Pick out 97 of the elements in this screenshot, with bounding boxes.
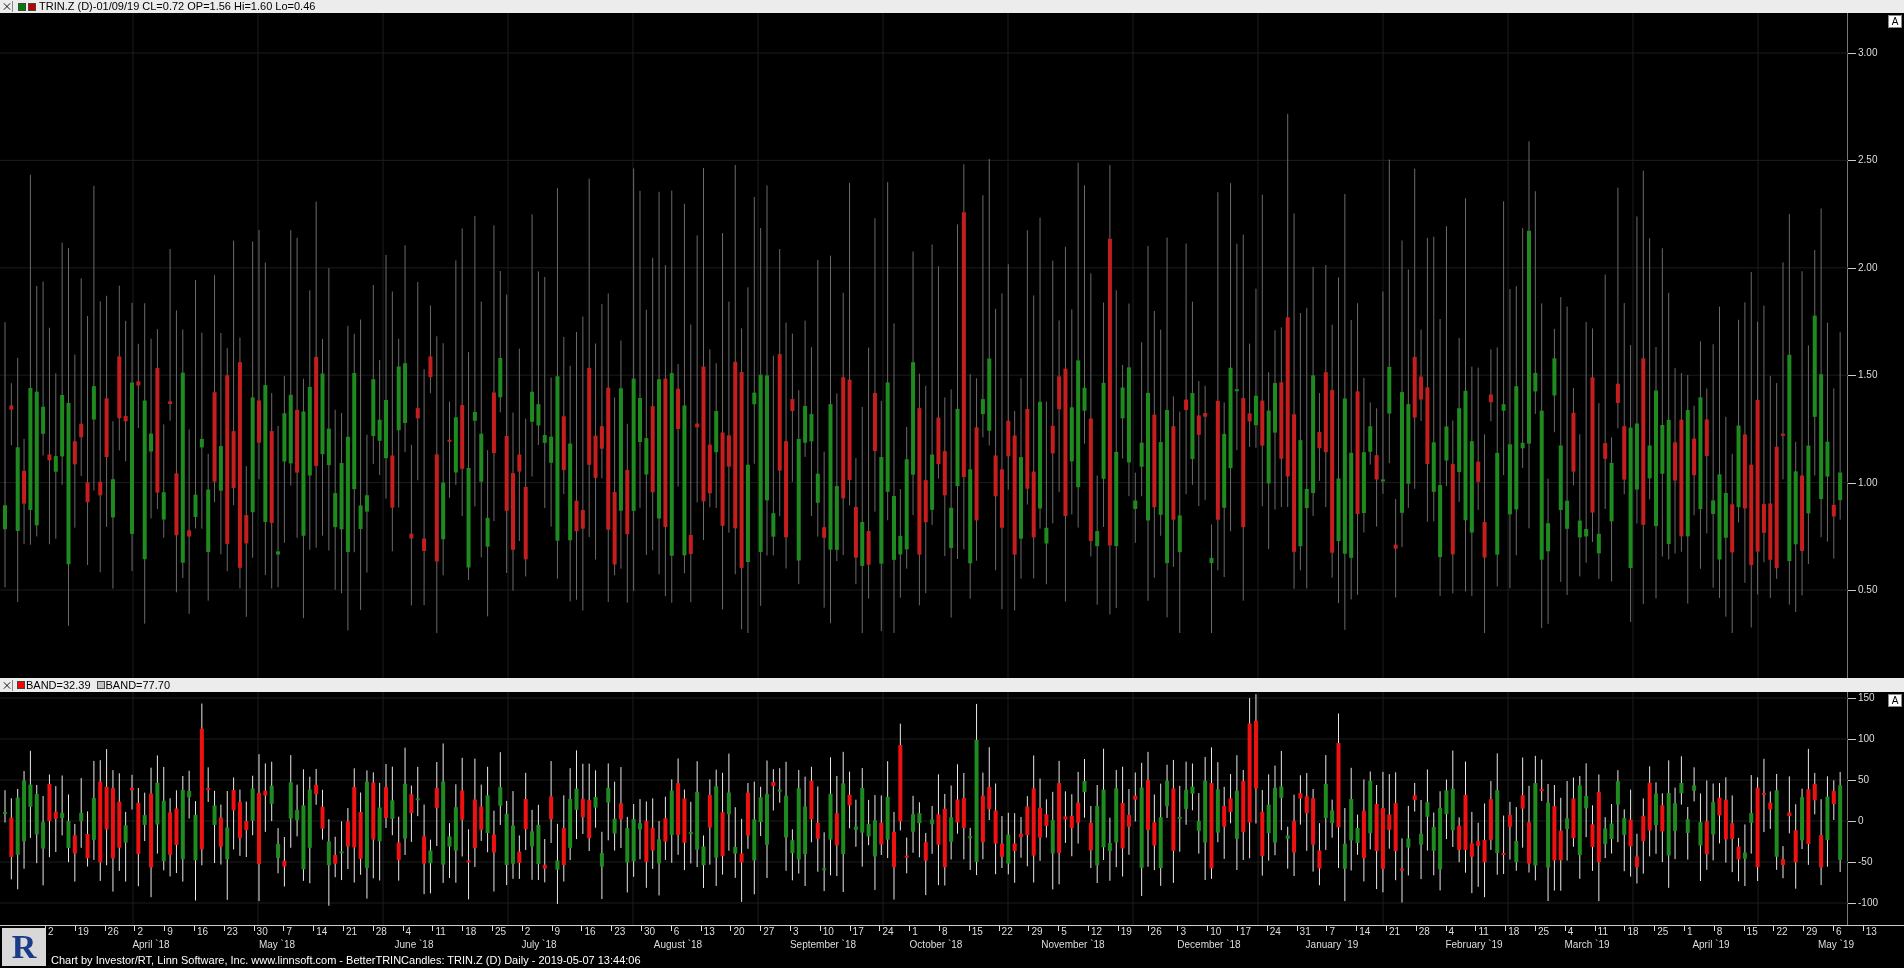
close-icon[interactable] [2,1,13,12]
date-tick-label: 3 [793,927,799,937]
date-tick-label: 30 [256,927,268,937]
axis-label: 0 [1858,816,1864,826]
date-tick-label: 18 [465,927,477,937]
date-tick-label: 22 [1001,927,1013,937]
date-tick-label: 18 [1627,927,1639,937]
date-tick-label: 11 [435,927,446,937]
date-tick-label: 29 [1031,927,1043,937]
date-tick-label: 10 [822,927,834,937]
date-tick-label: 11 [1597,927,1608,937]
month-label: November `18 [1041,940,1105,950]
date-tick-label: 26 [1150,927,1162,937]
date-tick-label: 8 [1716,927,1723,937]
axis-label: -50 [1858,857,1873,867]
footer-text: Chart by Investor/RT, Linn Software, Inc. www.linnsoft.com - BetterTRINCandles: TRIN.Z (D) Daily - 2019-05-07 13:44:06 [51,955,641,966]
date-tick-label: 10 [1210,927,1222,937]
month-label: July `18 [521,940,557,950]
indicator-title: TRIN.Z (D)-01/09/19 CL=0.72 OP=1.56 Hi=1.60 Lo=0.46 [39,1,316,12]
date-tick-label: 6 [1836,927,1842,937]
axis-label: 2.50 [1858,155,1878,166]
axis-label: 100 [1858,734,1875,744]
date-tick-label: 16 [197,927,209,937]
date-tick-label: 18 [1508,927,1520,937]
date-tick-label: 19 [1120,927,1132,937]
date-tick-label: 23 [226,927,238,937]
date-tick-label: 22 [1776,927,1788,937]
date-tick-label: 7 [1329,927,1335,937]
date-tick-label: 24 [1269,927,1281,937]
date-tick-label: 15 [1746,927,1758,937]
date-tick-label: 30 [644,927,656,937]
date-tick-label: 21 [1389,927,1401,937]
date-tick-label: 25 [495,927,507,937]
date-tick-label: 16 [584,927,596,937]
month-label: March `19 [1564,940,1610,950]
month-label: February `19 [1445,940,1503,950]
date-tick-label: 25 [1538,927,1550,937]
month-label: August `18 [653,940,703,950]
autoscale-button[interactable]: A [1888,15,1902,28]
date-tick-label: 11 [1478,927,1489,937]
date-tick-label: 29 [1806,927,1818,937]
month-label: April `19 [1692,940,1730,950]
date-tick-label: 2 [524,927,531,937]
date-tick-label: 17 [1240,927,1252,937]
month-label: April `18 [132,940,170,950]
date-tick-label: 28 [375,927,387,937]
month-label: October `18 [909,940,963,950]
date-tick-label: 4 [1567,927,1574,937]
month-label: May `19 [1817,940,1855,950]
date-tick-label: 31 [1299,927,1311,937]
date-tick-label: 5 [1061,927,1067,937]
date-tick-label: 9 [554,927,561,937]
axis-label: 0.50 [1858,585,1878,595]
legend-label: BAND=77.70 [105,679,171,691]
axis-label: 2.00 [1858,262,1878,273]
axis-label: 3.00 [1858,48,1878,58]
date-tick-label: 24 [882,927,894,937]
date-tick-label: 4 [1448,927,1455,937]
date-tick-label: 2 [137,927,143,937]
date-tick-label: 14 [316,927,328,937]
date-tick-label: 7 [286,927,292,937]
date-tick-label: 28 [1418,927,1430,937]
autoscale-button[interactable]: A [1888,694,1902,707]
axis-label: 1.50 [1858,370,1878,381]
month-label: December `18 [1177,940,1241,950]
date-tick-label: 26 [107,927,119,937]
date-tick-label: 13 [1865,927,1877,937]
date-tick-label: 1 [1687,927,1693,937]
month-label: May `18 [258,940,296,950]
date-tick-label: 3 [1180,927,1186,937]
month-label: June `18 [394,940,434,950]
date-tick-label: 17 [852,927,864,937]
axis-label: 50 [1858,775,1870,785]
date-tick-label: 13 [703,927,715,937]
axis-label: 1.00 [1858,477,1878,488]
date-tick-label: 2 [48,927,54,937]
date-tick-label: 6 [673,927,680,937]
date-tick-label: 9 [167,927,173,937]
month-label: September `18 [789,940,857,950]
date-tick-label: 1 [912,927,918,937]
date-tick-label: 19 [77,927,89,937]
date-tick-label: 4 [405,927,412,937]
date-tick-label: 27 [763,927,775,937]
logo: R [2,928,46,966]
date-tick-label: 23 [614,927,626,937]
date-tick-label: 21 [346,927,358,937]
close-icon[interactable] [2,679,13,691]
date-tick-label: 12 [1091,927,1103,937]
date-tick-label: 25 [1657,927,1669,937]
month-label: January `19 [1305,940,1359,950]
date-tick-label: 14 [1359,927,1371,937]
legend-label: BAND=32.39 [26,679,91,691]
axis-label: 150 [1858,693,1875,703]
date-tick-label: 8 [942,927,948,937]
date-tick-label: 15 [971,927,983,937]
date-tick-label: 20 [733,927,745,937]
axis-label: -100 [1858,898,1878,908]
